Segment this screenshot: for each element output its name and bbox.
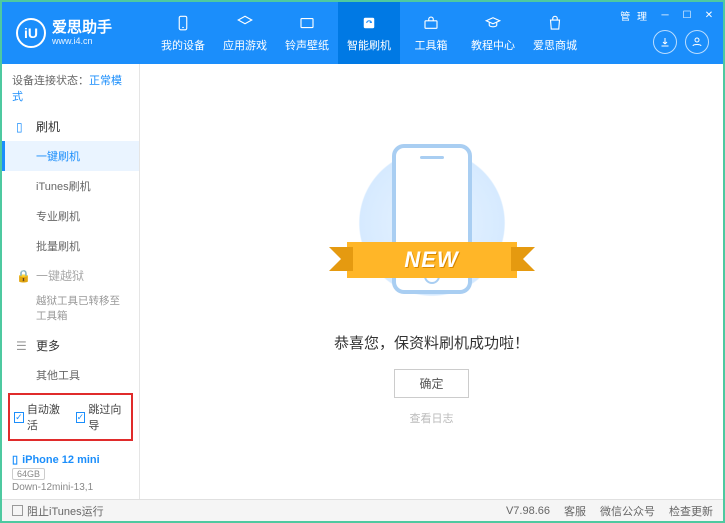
main-content: NEW 恭喜您，保资料刷机成功啦！ 确定 查看日志 bbox=[140, 64, 723, 499]
connection-status: 设备连接状态：正常模式 bbox=[2, 64, 139, 112]
nav-my-device[interactable]: 我的设备 bbox=[152, 2, 214, 64]
top-nav: 我的设备 应用游戏 铃声壁纸 智能刷机 工具箱 教程中心 爱思商城 bbox=[152, 2, 586, 64]
section-label: 一键越狱 bbox=[36, 267, 84, 284]
nav-tutorials[interactable]: 教程中心 bbox=[462, 2, 524, 64]
checkbox-label: 跳过向导 bbox=[88, 401, 127, 433]
sidebar-item-other-tools[interactable]: 其他工具 bbox=[2, 360, 139, 387]
nav-label: 应用游戏 bbox=[223, 37, 267, 53]
section-label: 刷机 bbox=[36, 118, 60, 135]
footer-link-wechat[interactable]: 微信公众号 bbox=[600, 503, 655, 519]
checkbox-icon bbox=[12, 505, 23, 516]
menu-icon: ☰ bbox=[16, 339, 30, 353]
phone-icon bbox=[173, 13, 193, 33]
checkbox-skip-setup[interactable]: ✓跳过向导 bbox=[76, 401, 128, 433]
logo-icon: iU bbox=[16, 18, 46, 48]
nav-store[interactable]: 爱思商城 bbox=[524, 2, 586, 64]
checkbox-auto-activate[interactable]: ✓自动激活 bbox=[14, 401, 66, 433]
section-label: 更多 bbox=[36, 337, 60, 354]
nav-ringtone-wallpaper[interactable]: 铃声壁纸 bbox=[276, 2, 338, 64]
logo-area: iU 爱思助手 www.i4.cn bbox=[2, 18, 152, 48]
section-flash[interactable]: ▯ 刷机 bbox=[2, 112, 139, 141]
user-icon[interactable] bbox=[685, 30, 709, 54]
ribbon-text: NEW bbox=[404, 247, 458, 272]
phone-small-icon: ▯ bbox=[12, 453, 18, 466]
refresh-icon bbox=[359, 13, 379, 33]
nav-toolbox[interactable]: 工具箱 bbox=[400, 2, 462, 64]
nav-apps-games[interactable]: 应用游戏 bbox=[214, 2, 276, 64]
window-controls: 管 理 ─ ☐ ✕ bbox=[620, 8, 715, 23]
version-label: V7.98.66 bbox=[506, 505, 550, 517]
jailbreak-note: 越狱工具已转移至工具箱 bbox=[2, 290, 139, 331]
app-header: iU 爱思助手 www.i4.cn 我的设备 应用游戏 铃声壁纸 智能刷机 工具… bbox=[2, 2, 723, 64]
new-ribbon: NEW bbox=[347, 242, 517, 278]
device-info: Down-12mini-13,1 bbox=[12, 482, 129, 493]
header-circle-buttons bbox=[653, 30, 709, 54]
footer-link-support[interactable]: 客服 bbox=[564, 503, 586, 519]
apps-icon bbox=[235, 13, 255, 33]
sidebar: 设备连接状态：正常模式 ▯刷机 一键刷机 iTunes刷机 专业刷机 批量刷机 … bbox=[2, 64, 140, 499]
maximize-icon[interactable]: ☐ bbox=[681, 10, 693, 22]
sidebar-item-oneclick-flash[interactable]: 一键刷机 bbox=[2, 141, 139, 171]
toolbox-icon bbox=[421, 13, 441, 33]
check-icon: ✓ bbox=[76, 412, 86, 423]
nav-label: 爱思商城 bbox=[533, 37, 577, 53]
nav-label: 铃声壁纸 bbox=[285, 37, 329, 53]
checkbox-label: 自动激活 bbox=[27, 401, 66, 433]
sidebar-item-pro-flash[interactable]: 专业刷机 bbox=[2, 201, 139, 231]
phone-small-icon: ▯ bbox=[16, 120, 30, 134]
app-name: 爱思助手 bbox=[52, 20, 112, 37]
close-icon[interactable]: ✕ bbox=[703, 10, 715, 22]
nav-label: 我的设备 bbox=[161, 37, 205, 53]
status-bar-footer: 阻止iTunes运行 V7.98.66 客服 微信公众号 检查更新 bbox=[2, 499, 723, 521]
lock-icon: 🔒 bbox=[16, 269, 30, 283]
flash-options: ✓自动激活 ✓跳过向导 bbox=[8, 393, 133, 441]
bag-icon bbox=[545, 13, 565, 33]
minimize-icon[interactable]: ─ bbox=[659, 10, 671, 22]
nav-smart-flash[interactable]: 智能刷机 bbox=[338, 2, 400, 64]
graduation-icon bbox=[483, 13, 503, 33]
success-message: 恭喜您，保资料刷机成功啦！ bbox=[334, 332, 529, 353]
nav-label: 教程中心 bbox=[471, 37, 515, 53]
sidebar-item-itunes-flash[interactable]: iTunes刷机 bbox=[2, 171, 139, 201]
confirm-button[interactable]: 确定 bbox=[394, 369, 468, 398]
section-more[interactable]: ☰ 更多 bbox=[2, 331, 139, 360]
section-jailbreak[interactable]: 🔒 一键越狱 bbox=[2, 261, 139, 290]
window-menu[interactable]: 管 理 bbox=[620, 8, 649, 23]
nav-label: 工具箱 bbox=[415, 37, 448, 53]
checkbox-label: 阻止iTunes运行 bbox=[27, 503, 104, 519]
device-storage: 64GB bbox=[12, 468, 45, 480]
sidebar-item-batch-flash[interactable]: 批量刷机 bbox=[2, 231, 139, 261]
success-illustration: NEW bbox=[347, 138, 517, 308]
view-log-link[interactable]: 查看日志 bbox=[410, 410, 454, 426]
nav-label: 智能刷机 bbox=[347, 37, 391, 53]
checkbox-block-itunes[interactable]: 阻止iTunes运行 bbox=[12, 503, 104, 519]
device-panel[interactable]: ▯iPhone 12 mini 64GB Down-12mini-13,1 bbox=[2, 447, 139, 499]
folder-icon bbox=[297, 13, 317, 33]
app-url: www.i4.cn bbox=[52, 36, 112, 46]
device-name: ▯iPhone 12 mini bbox=[12, 453, 129, 466]
footer-link-update[interactable]: 检查更新 bbox=[669, 503, 713, 519]
status-label: 设备连接状态： bbox=[12, 75, 89, 87]
download-icon[interactable] bbox=[653, 30, 677, 54]
check-icon: ✓ bbox=[14, 412, 24, 423]
